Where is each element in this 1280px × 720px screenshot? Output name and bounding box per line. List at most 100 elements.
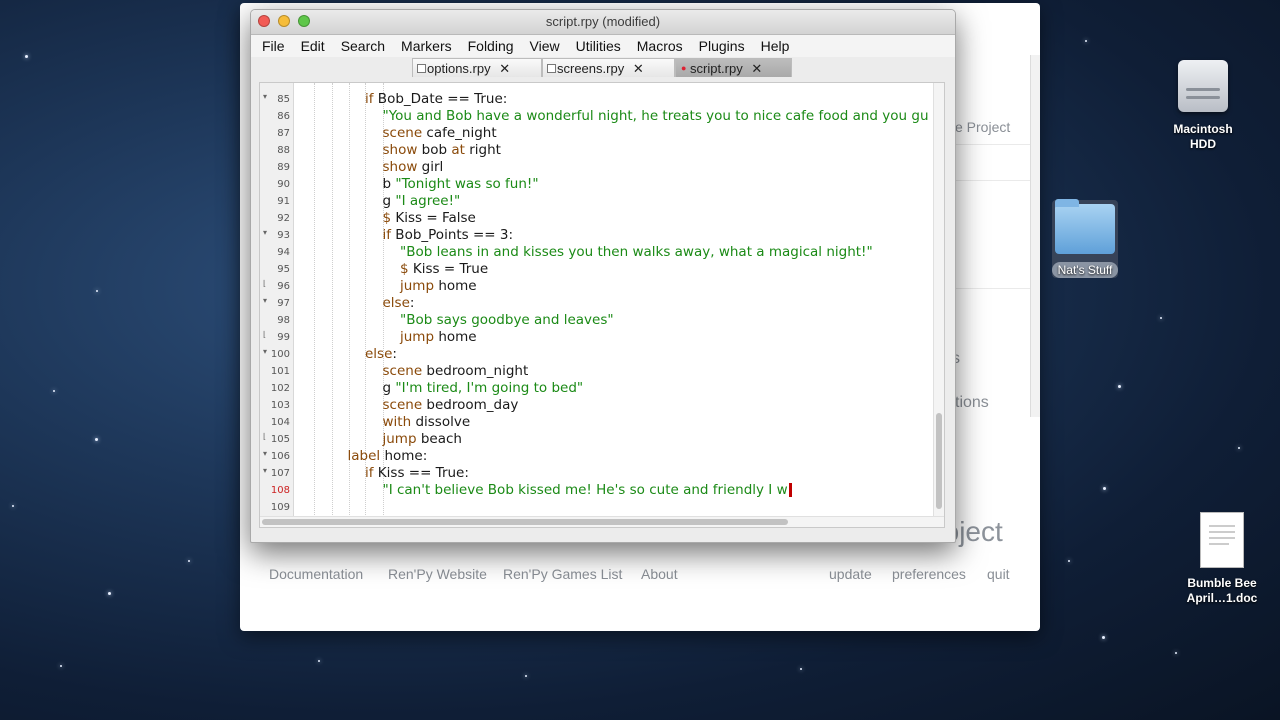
menu-utilities[interactable]: Utilities xyxy=(568,35,629,57)
fold-arrow-icon[interactable]: ▾ xyxy=(263,296,267,305)
code-line: g "I'm tired, I'm going to bed" xyxy=(383,380,584,397)
code-token: home: xyxy=(380,448,428,464)
line-number: 88 xyxy=(277,145,290,156)
menu-edit[interactable]: Edit xyxy=(293,35,333,57)
quit-link[interactable]: quit xyxy=(987,566,1010,582)
line-number: 104 xyxy=(270,417,290,428)
line-number: 109 xyxy=(270,502,290,513)
star xyxy=(1175,652,1177,654)
fold-arrow-icon[interactable]: ▾ xyxy=(263,347,267,356)
horizontal-scrollbar[interactable] xyxy=(260,516,944,527)
close-tab-icon[interactable]: ✕ xyxy=(633,61,644,76)
star xyxy=(1118,385,1121,388)
desktop-icon-bumble-bee-doc[interactable]: Bumble Bee April…1.doc xyxy=(1180,512,1264,606)
renpy-games-list-link[interactable]: Ren'Py Games List xyxy=(503,566,622,582)
editor-window: script.rpy (modified) File Edit Search M… xyxy=(250,9,956,543)
tab-screens-rpy[interactable]: screens.rpy ✕ xyxy=(542,58,675,77)
fold-arrow-icon[interactable]: ▾ xyxy=(263,228,267,237)
code-token: b xyxy=(382,176,396,192)
tab-label: screens.rpy xyxy=(557,61,625,76)
code-line: "I can't believe Bob kissed me! He's so … xyxy=(383,482,792,499)
vertical-scroll-thumb[interactable] xyxy=(936,413,942,509)
menu-markers[interactable]: Markers xyxy=(393,35,460,57)
star xyxy=(53,390,55,392)
icon-label: Nat's Stuff xyxy=(1052,262,1118,278)
code-line: if Bob_Points == 3: xyxy=(383,227,514,244)
launcher-options-label[interactable]: tions xyxy=(955,394,989,412)
code-line: $ Kiss = False xyxy=(383,210,476,227)
star xyxy=(1103,487,1106,490)
launcher-scrollbar[interactable] xyxy=(1030,55,1040,417)
vertical-scrollbar[interactable] xyxy=(933,83,944,527)
launcher-project-label[interactable]: e Project xyxy=(955,119,1010,135)
menu-search[interactable]: Search xyxy=(333,35,393,57)
code-line: show girl xyxy=(383,159,444,176)
code-token: g xyxy=(382,193,396,209)
divider xyxy=(955,180,1030,181)
close-tab-icon[interactable]: ✕ xyxy=(751,61,762,76)
update-link[interactable]: update xyxy=(829,566,872,582)
string-token: "Bob says goodbye and leaves" xyxy=(400,312,614,328)
star xyxy=(188,560,190,562)
text-area[interactable]: 85 ▾ 86 87 88 89 90 91 92 93 ▾ 94 95 96 ⌊ 97 ▾ 98 99 ⌊ 100 ▾ 1… xyxy=(259,82,945,528)
divider xyxy=(955,144,1030,145)
keyword-token: if xyxy=(365,91,374,107)
line-number: 102 xyxy=(270,383,290,394)
zoom-window-button[interactable] xyxy=(298,15,310,27)
menu-view[interactable]: View xyxy=(522,35,568,57)
desktop-icon-nats-stuff[interactable]: Nat's Stuff xyxy=(1052,199,1118,278)
line-number: 95 xyxy=(277,264,290,275)
code-line: if Kiss == True: xyxy=(365,465,469,482)
code-line: else: xyxy=(365,346,397,363)
preferences-link[interactable]: preferences xyxy=(892,566,966,582)
line-number: 98 xyxy=(277,315,290,326)
code-token: Bob_Points == 3: xyxy=(391,227,514,243)
tab-label: options.rpy xyxy=(427,61,491,76)
close-tab-icon[interactable]: ✕ xyxy=(499,61,510,76)
menu-file[interactable]: File xyxy=(254,35,293,57)
menu-macros[interactable]: Macros xyxy=(629,35,691,57)
title-bar[interactable]: script.rpy (modified) xyxy=(251,10,955,35)
line-number: 89 xyxy=(277,162,290,173)
star xyxy=(1238,447,1240,449)
keyword-token: if xyxy=(382,227,392,243)
code-token: : xyxy=(392,346,397,362)
fold-arrow-icon[interactable]: ▾ xyxy=(263,449,267,458)
tab-script-rpy[interactable]: ● script.rpy ✕ xyxy=(675,58,792,77)
code-line: "Bob leans in and kisses you then walks … xyxy=(400,244,873,261)
line-number: 103 xyxy=(270,400,290,411)
desktop-icon-macintosh-hdd[interactable]: Macintosh HDD xyxy=(1165,60,1241,152)
code-token: Kiss = False xyxy=(391,210,476,226)
menu-plugins[interactable]: Plugins xyxy=(691,35,753,57)
code-line: with dissolve xyxy=(383,414,471,431)
line-number: 101 xyxy=(270,366,290,377)
horizontal-scroll-thumb[interactable] xyxy=(262,519,788,525)
code-token: beach xyxy=(416,431,462,447)
fold-arrow-icon[interactable]: ▾ xyxy=(263,92,267,101)
star xyxy=(60,665,62,667)
menu-folding[interactable]: Folding xyxy=(460,35,522,57)
fold-arrow-icon[interactable]: ▾ xyxy=(263,466,267,475)
code-token: home xyxy=(434,329,477,345)
documentation-link[interactable]: Documentation xyxy=(269,566,363,582)
minimize-window-button[interactable] xyxy=(278,15,290,27)
renpy-website-link[interactable]: Ren'Py Website xyxy=(388,566,487,582)
about-link[interactable]: About xyxy=(641,566,678,582)
keyword-token: jump xyxy=(400,278,435,294)
star xyxy=(95,438,98,441)
hard-drive-icon xyxy=(1178,60,1228,112)
menu-help[interactable]: Help xyxy=(753,35,798,57)
indent-guide xyxy=(314,83,315,517)
close-window-button[interactable] xyxy=(258,15,270,27)
code-token: Bob_Date == True: xyxy=(373,91,508,107)
star xyxy=(96,290,98,292)
keyword-token: scene xyxy=(382,125,423,141)
string-token: "Bob leans in and kisses you then walks … xyxy=(400,244,873,260)
code-line: scene cafe_night xyxy=(383,125,497,142)
code-view[interactable]: if Bob_Date == True: "You and Bob have a … xyxy=(294,83,934,517)
tab-options-rpy[interactable]: options.rpy ✕ xyxy=(412,58,542,77)
code-line: jump home xyxy=(400,278,477,295)
star xyxy=(12,505,14,507)
keyword-token: if xyxy=(365,465,374,481)
keyword-token: at xyxy=(451,142,465,158)
